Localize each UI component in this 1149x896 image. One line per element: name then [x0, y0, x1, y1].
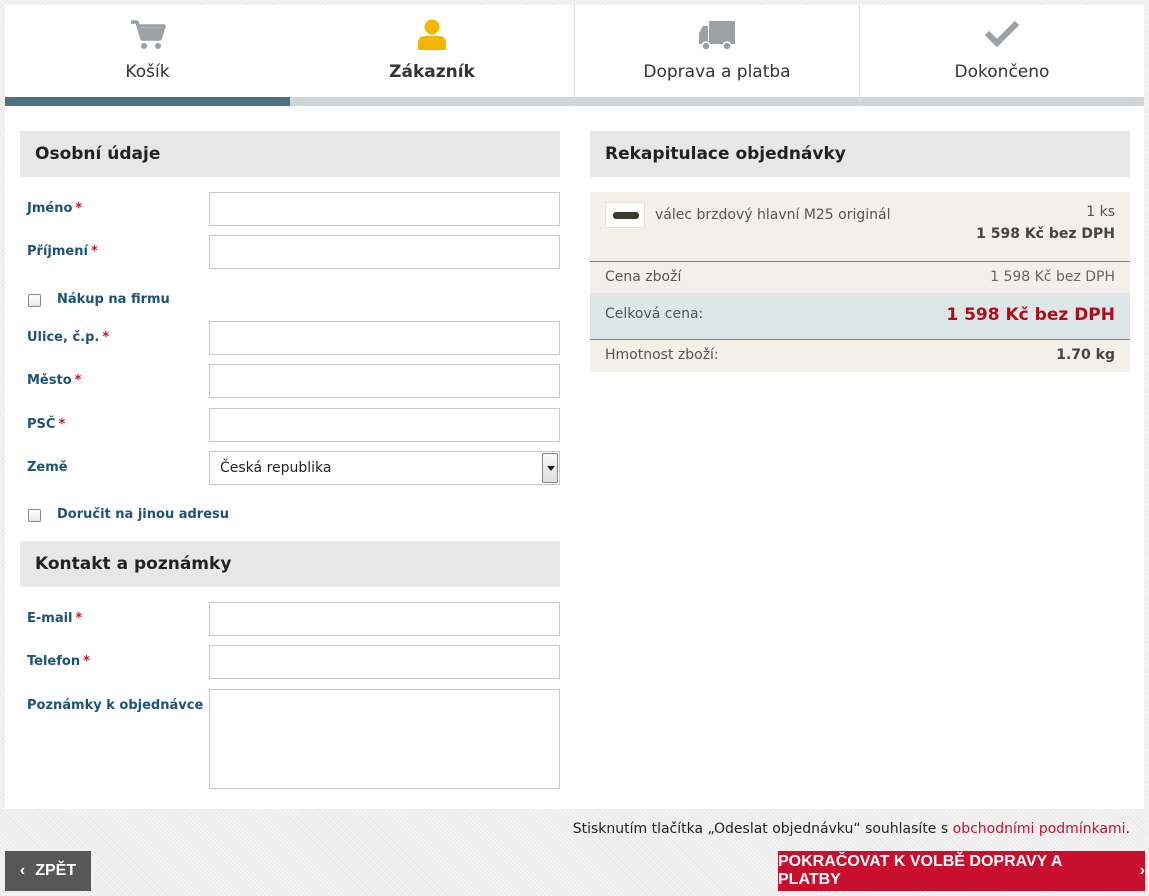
step-cart[interactable]: Košík: [5, 5, 290, 106]
cart-icon: [5, 19, 290, 53]
street-label: Ulice, č.p. *: [27, 330, 110, 345]
terms-text: Stisknutím tlačítka „Odeslat objednávku“…: [572, 821, 953, 837]
checkout-steps: Košík Zákazník Doprava a platba Dokončen…: [5, 5, 1144, 106]
step-progress-bar: [575, 97, 859, 106]
phone-input[interactable]: [209, 645, 560, 679]
email-row: E-mail *: [20, 602, 560, 636]
chevron-left-icon: ‹: [19, 862, 26, 879]
step-label: Košík: [125, 62, 170, 82]
goods-price-row: Cena zboží 1 598 Kč bez DPH: [590, 262, 1130, 293]
zip-input[interactable]: [209, 408, 560, 442]
step-label: Dokončeno: [954, 62, 1050, 82]
checkout-page: Košík Zákazník Doprava a platba Dokončen…: [5, 5, 1144, 809]
phone-row: Telefon *: [20, 645, 560, 679]
company-purchase-checkbox[interactable]: Nákup na firmu: [27, 291, 427, 311]
weight-label: Hmotnost zboží:: [605, 347, 719, 363]
first-name-input[interactable]: [209, 192, 560, 226]
notes-row: Poznámky k objednávce: [20, 689, 560, 789]
last-name-row: Příjmení *: [20, 235, 560, 269]
phone-label: Telefon *: [27, 654, 90, 669]
weight-value: 1.70 kg: [1056, 347, 1115, 363]
country-select[interactable]: Česká republika: [209, 451, 560, 485]
total-price-row: Celková cena: 1 598 Kč bez DPH: [590, 293, 1130, 340]
customer-form: Osobní údaje Jméno * Příjmení * Nákup na f…: [20, 131, 560, 789]
country-label: Země: [27, 460, 68, 475]
goods-price-value: 1 598 Kč bez DPH: [990, 269, 1115, 285]
email-label: E-mail *: [27, 611, 83, 626]
step-label: Doprava a platba: [643, 62, 791, 82]
terms-notice: Stisknutím tlačítka „Odeslat objednávku“…: [573, 821, 1130, 837]
notes-label: Poznámky k objednávce: [27, 698, 204, 713]
step-progress-bar: [5, 97, 290, 106]
last-name-label: Příjmení *: [27, 244, 98, 259]
checkbox[interactable]: [28, 294, 41, 307]
step-progress-bar: [290, 97, 574, 106]
city-label: Město *: [27, 373, 82, 388]
country-row: Země Česká republika: [20, 451, 560, 485]
contact-heading: Kontakt a poznámky: [20, 541, 560, 587]
street-row: Ulice, č.p. *: [20, 321, 560, 355]
total-price-value: 1 598 Kč bez DPH: [946, 305, 1115, 325]
product-name[interactable]: válec brzdový hlavní M25 originál: [655, 207, 891, 223]
continue-button[interactable]: POKRAČOVAT K VOLBĚ DOPRAVY A PLATBY ›: [778, 851, 1145, 891]
checkbox[interactable]: [28, 509, 41, 522]
step-customer[interactable]: Zákazník: [290, 5, 575, 106]
chevron-down-icon[interactable]: [542, 453, 558, 483]
personal-info-heading: Osobní údaje: [20, 131, 560, 177]
zip-row: PSČ *: [20, 408, 560, 442]
email-input[interactable]: [209, 602, 560, 636]
product-thumbnail[interactable]: [605, 202, 645, 228]
city-row: Město *: [20, 364, 560, 398]
step-label: Zákazník: [389, 62, 475, 82]
back-button-label: ZPĚT: [35, 862, 77, 879]
first-name-row: Jméno *: [20, 192, 560, 226]
chevron-right-icon: ›: [1139, 862, 1145, 879]
order-summary-heading: Rekapitulace objednávky: [590, 131, 1130, 177]
checkmark-icon: [860, 19, 1144, 53]
other-address-label: Doručit na jinou adresu: [57, 507, 230, 522]
truck-icon: [575, 19, 859, 53]
last-name-input[interactable]: [209, 235, 560, 269]
zip-label: PSČ *: [27, 417, 66, 432]
company-purchase-label: Nákup na firmu: [57, 292, 170, 307]
summary-item: válec brzdový hlavní M25 originál 1 ks 1…: [590, 192, 1130, 262]
city-input[interactable]: [209, 364, 560, 398]
first-name-label: Jméno *: [27, 201, 83, 216]
step-shipping-payment[interactable]: Doprava a platba: [575, 5, 860, 106]
total-price-label: Celková cena:: [605, 306, 704, 322]
notes-textarea[interactable]: [209, 689, 560, 789]
other-address-checkbox[interactable]: Doručit na jinou adresu: [27, 506, 427, 526]
step-complete[interactable]: Dokončeno: [860, 5, 1144, 106]
terms-link[interactable]: obchodními podmínkami: [953, 821, 1126, 837]
product-price: 1 598 Kč bez DPH: [976, 226, 1115, 242]
back-button[interactable]: ‹ ZPĚT: [5, 851, 91, 891]
step-progress-bar: [860, 97, 1144, 106]
goods-price-label: Cena zboží: [605, 269, 682, 285]
country-select-value: Česká republika: [220, 460, 332, 476]
user-icon: [290, 19, 574, 53]
terms-end: .: [1125, 821, 1130, 837]
order-summary: Rekapitulace objednávky válec brzdový hl…: [590, 131, 1130, 372]
continue-button-label: POKRAČOVAT K VOLBĚ DOPRAVY A PLATBY: [778, 853, 1062, 888]
street-input[interactable]: [209, 321, 560, 355]
product-quantity: 1 ks: [1086, 204, 1115, 220]
weight-row: Hmotnost zboží: 1.70 kg: [590, 340, 1130, 372]
